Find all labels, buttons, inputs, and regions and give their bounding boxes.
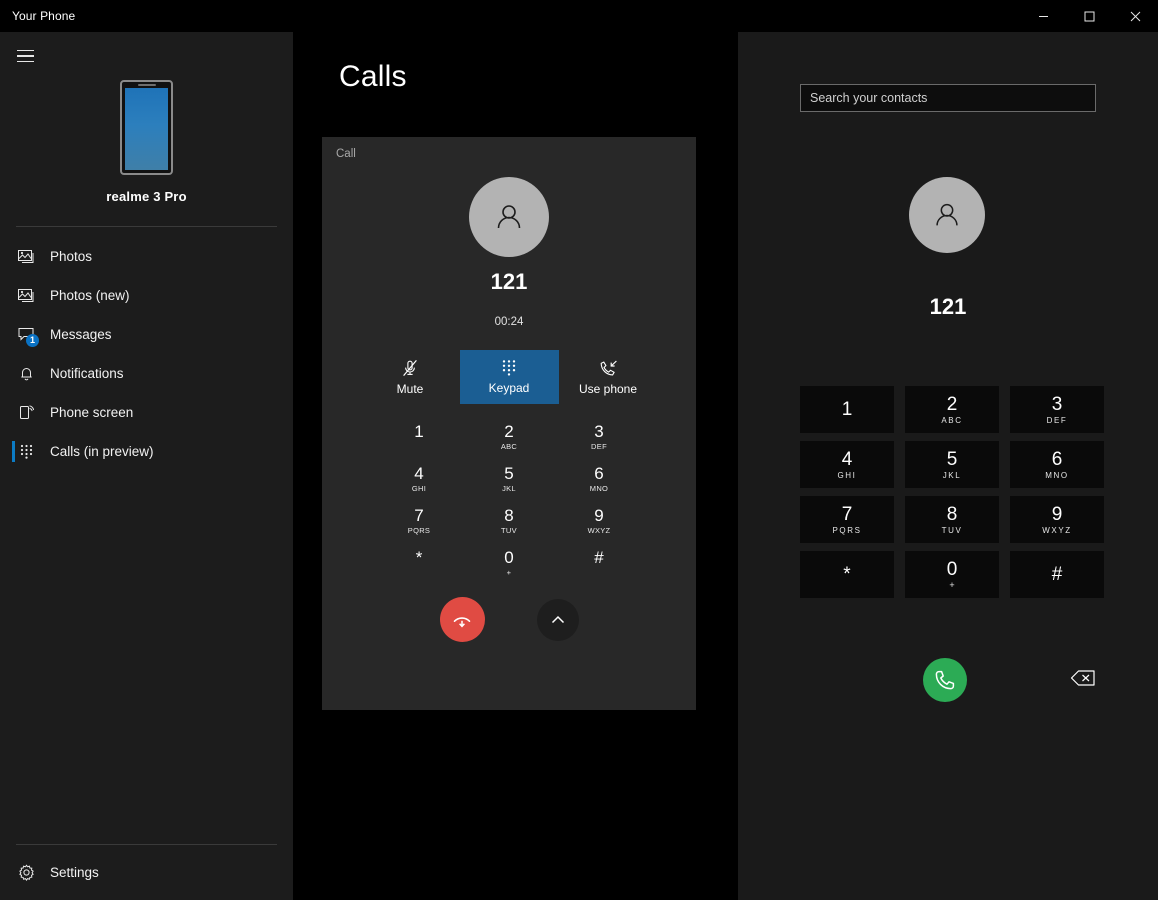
keypad-key[interactable]: 8 TUV	[464, 506, 554, 535]
use-phone-button[interactable]: Use phone	[559, 350, 658, 404]
person-icon	[936, 203, 958, 226]
keypad-key[interactable]: 3 DEF	[554, 422, 644, 451]
title-bar: Your Phone	[0, 0, 1158, 32]
dialpad-key[interactable]: 8 TUV	[905, 496, 999, 543]
keypad-label: Keypad	[488, 381, 530, 395]
dialpad-key[interactable]: 6 MNO	[1010, 441, 1104, 488]
caller-number: 121	[490, 269, 528, 294]
dialpad-key[interactable]: 1	[800, 386, 894, 433]
keypad-key[interactable]: 9 WXYZ	[554, 506, 644, 535]
keypad-key[interactable]: *	[374, 548, 464, 577]
sidebar-item-messages[interactable]: 1 Messages	[0, 315, 293, 354]
keypad-key[interactable]: #	[554, 548, 644, 577]
sidebar-item-photos[interactable]: Photos	[0, 237, 293, 276]
avatar	[909, 177, 985, 253]
dialpad-key[interactable]: 9 WXYZ	[1010, 496, 1104, 543]
active-call-card: Call 121 00:24 Mute Keypad Use phone 1 2…	[322, 137, 696, 710]
end-call-button[interactable]	[439, 597, 485, 642]
minimize-button[interactable]	[1020, 0, 1066, 32]
call-card-label: Call	[336, 148, 356, 160]
backspace-button[interactable]	[1070, 668, 1096, 688]
sidebar-item-label: Calls (in preview)	[50, 443, 154, 459]
sidebar-item-phone-screen[interactable]: Phone screen	[0, 393, 293, 432]
dialer-panel: 121 1 2ABC 3DEF 4GHI 5JKL 6MNO 7PQRS 8TU…	[738, 32, 1158, 900]
use-phone-label: Use phone	[578, 381, 638, 396]
messages-icon: 1	[12, 324, 40, 347]
dialer-keypad: 1 2 ABC 3 DEF 4 GHI 5 JKL 6 MNO 7 PQRS 8 TUV 9W…	[800, 386, 1104, 598]
your-phone-app-window: Your Phone realme 3 Pro Photos Photos (n…	[0, 0, 1158, 900]
sidebar-item-label: Notifications	[50, 365, 124, 381]
keypad-key[interactable]: 7 PQRS	[374, 506, 464, 535]
transfer-call-icon	[600, 360, 617, 375]
dialpad-icon	[12, 441, 40, 463]
phone-device-icon	[120, 80, 173, 175]
keypad-key[interactable]: 5 JKL	[464, 464, 554, 493]
sidebar-item-calls[interactable]: Calls (in preview)	[0, 432, 293, 471]
phone-screen-icon	[12, 402, 40, 424]
settings-label: Settings	[50, 864, 99, 880]
photos-icon	[12, 285, 40, 307]
messages-badge: 1	[26, 333, 39, 347]
dialpad-key[interactable]: 3 DEF	[1010, 386, 1104, 433]
call-icon	[935, 670, 955, 690]
call-controls: Mute Keypad Use phone	[322, 350, 696, 404]
chevron-up-icon	[551, 615, 564, 623]
keypad-key[interactable]: 1	[374, 422, 464, 451]
sidebar-item-photos-new[interactable]: Photos (new)	[0, 276, 293, 315]
device-illustration	[0, 80, 293, 175]
window-title: Your Phone	[12, 9, 76, 23]
keypad-key[interactable]: 4 GHI	[374, 464, 464, 493]
dialpad-icon	[502, 360, 516, 376]
dialpad-key[interactable]: 4 GHI	[800, 441, 894, 488]
keypad-button[interactable]: Keypad	[459, 350, 559, 404]
sidebar-item-label: Photos (new)	[50, 287, 130, 303]
mute-label: Mute	[396, 382, 424, 396]
dialpad-key[interactable]: *	[800, 551, 894, 598]
sidebar-item-settings[interactable]: Settings	[0, 845, 293, 900]
call-card-actions	[322, 597, 696, 642]
sidebar-item-label: Photos	[50, 248, 93, 264]
dialpad-key[interactable]: 0 +	[905, 551, 999, 598]
search-input[interactable]	[800, 84, 1096, 112]
dialpad-key[interactable]: #	[1010, 551, 1104, 598]
mic-muted-icon	[403, 360, 417, 376]
dialed-number: 121	[929, 294, 967, 319]
close-button[interactable]	[1112, 0, 1158, 32]
photos-icon	[12, 246, 40, 268]
dialpad-key[interactable]: 7 PQRS	[800, 496, 894, 543]
maximize-button[interactable]	[1066, 0, 1112, 32]
dialer-actions	[800, 650, 1096, 710]
settings-area: Settings	[0, 844, 293, 900]
hamburger-icon[interactable]	[2, 38, 48, 74]
keypad-key[interactable]: 2 ABC	[464, 422, 554, 451]
dialpad-key[interactable]: 2 ABC	[905, 386, 999, 433]
main-content: Calls te Call 121 00:24	[293, 32, 738, 900]
window-controls	[1020, 0, 1158, 32]
sidebar-nav: Photos Photos (new) 1 Messages Notificat…	[0, 237, 293, 471]
sidebar-divider	[16, 226, 277, 227]
collapse-button[interactable]	[536, 598, 579, 641]
person-icon	[497, 205, 521, 229]
in-call-keypad: 1 2 ABC 3 DEF 4 GHI 5 JKL 6 MNO 7 PQRS 8 TUV 9W…	[374, 422, 644, 577]
sidebar-item-label: Messages	[50, 326, 112, 342]
bell-icon	[12, 363, 40, 385]
call-duration: 00:24	[494, 316, 524, 328]
sidebar-item-label: Phone screen	[50, 404, 134, 420]
device-name: realme 3 Pro	[106, 189, 187, 204]
keypad-key[interactable]: 0 +	[464, 548, 554, 577]
call-button[interactable]	[923, 658, 967, 702]
sidebar: realme 3 Pro Photos Photos (new) 1 Messa…	[0, 32, 293, 900]
gear-icon	[12, 862, 40, 884]
avatar	[469, 177, 549, 257]
mute-button[interactable]: Mute	[361, 350, 460, 404]
page-title: Calls	[339, 60, 407, 93]
keypad-key[interactable]: 6 MNO	[554, 464, 644, 493]
backspace-icon	[1070, 670, 1095, 686]
sidebar-item-notifications[interactable]: Notifications	[0, 354, 293, 393]
dialpad-key[interactable]: 5 JKL	[905, 441, 999, 488]
end-call-icon	[453, 616, 471, 628]
